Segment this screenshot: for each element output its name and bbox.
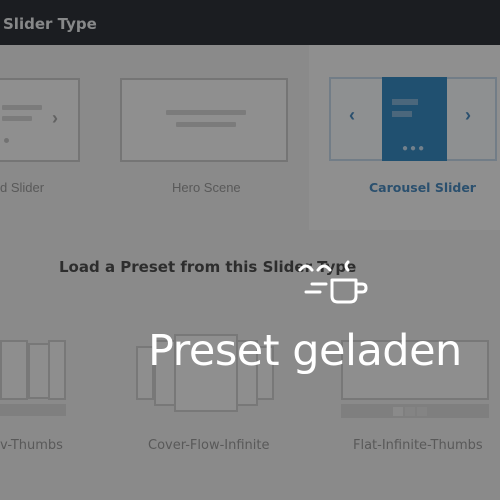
toast-message: Preset geladen [148, 326, 462, 376]
coffee-icon [298, 260, 368, 304]
loading-overlay: Preset geladen [0, 0, 500, 500]
